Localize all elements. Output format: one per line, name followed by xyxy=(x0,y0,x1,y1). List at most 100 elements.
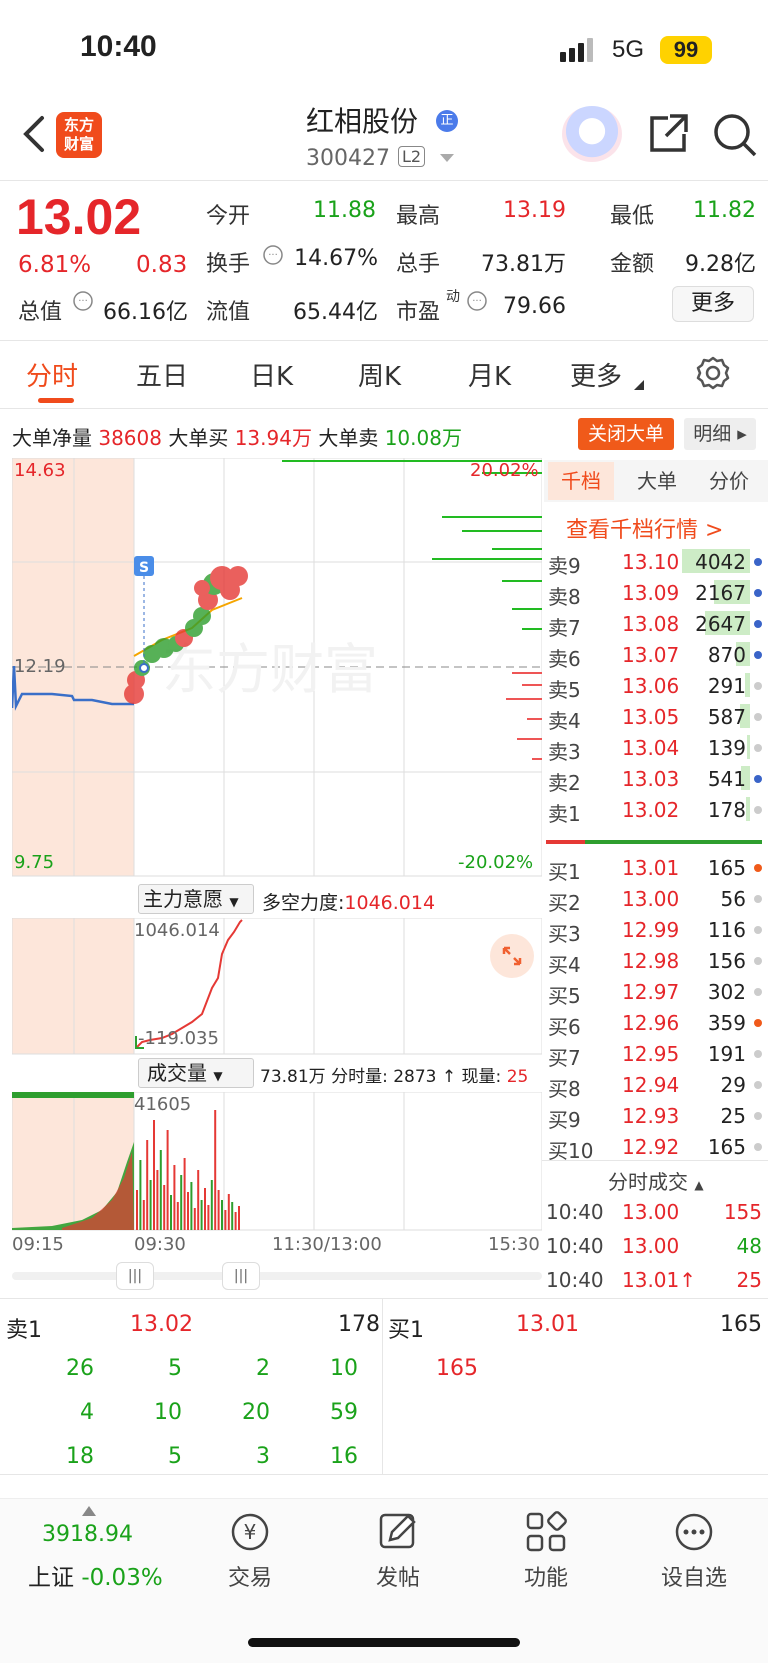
info-icon[interactable]: ··· xyxy=(466,290,488,312)
volume-bar xyxy=(231,1202,234,1230)
row-label: 买7 xyxy=(548,1046,581,1070)
volume-bar xyxy=(214,1110,217,1230)
app-logo[interactable]: 东方 财富 xyxy=(56,112,102,158)
index-summary[interactable]: 上证 -0.03% xyxy=(28,1558,163,1592)
orderbook-row[interactable]: 买9 12.93 25 xyxy=(546,1100,764,1132)
volume-bar xyxy=(139,1160,142,1230)
current-price: 13.02 xyxy=(16,189,142,245)
range-handle-left[interactable]: ||| xyxy=(116,1262,154,1290)
tab-more[interactable]: 更多 xyxy=(570,356,622,393)
nav-trade[interactable]: ¥ 交易 xyxy=(190,1510,310,1592)
share-icon[interactable] xyxy=(646,112,690,156)
row-label: 卖5 xyxy=(548,678,581,702)
indicator-chart[interactable] xyxy=(12,918,542,1056)
range-handle-right[interactable]: ||| xyxy=(222,1262,260,1290)
expand-icon[interactable] xyxy=(490,934,534,978)
info-icon[interactable]: ··· xyxy=(262,244,284,266)
detail-buy-label: 买1 xyxy=(388,1318,424,1343)
row-volume: 156 xyxy=(707,949,746,973)
sell-value: 10.08万 xyxy=(384,426,462,450)
orderbook-row[interactable]: 卖6 13.07 870 xyxy=(546,639,764,671)
range-track[interactable] xyxy=(12,1272,542,1280)
tab-5day[interactable]: 五日 xyxy=(136,356,188,393)
volume-bar xyxy=(224,1210,227,1230)
tab-big-order[interactable]: 大单 xyxy=(624,462,690,500)
tab-daily-k[interactable]: 日K xyxy=(250,356,293,393)
depth-link[interactable]: 查看千档行情 > xyxy=(566,512,723,544)
status-dot xyxy=(754,589,762,597)
nav-function[interactable]: 功能 xyxy=(486,1510,606,1592)
chart-top-pct: 20.02% xyxy=(470,460,539,481)
tick-vol: 155 xyxy=(723,1200,762,1224)
orderbook-row[interactable]: 卖9 13.10 4042 xyxy=(546,546,764,578)
indicator-selector[interactable]: 主力意愿 ▼ xyxy=(138,884,254,914)
orderbook-row[interactable]: 买8 12.94 29 xyxy=(546,1069,764,1101)
volume-bar xyxy=(190,1182,193,1230)
change-amount: 0.83 xyxy=(136,252,188,278)
sell-order-queue-item: 5 xyxy=(168,1444,182,1469)
orderbook-row[interactable]: 卖5 13.06 291 xyxy=(546,670,764,702)
volume-chart[interactable] xyxy=(12,1092,542,1232)
orderbook-row[interactable]: 买3 12.99 116 xyxy=(546,914,764,946)
tab-depth[interactable]: 千档 xyxy=(548,462,614,500)
orderbook-row[interactable]: 买6 12.96 359 xyxy=(546,1007,764,1039)
volume-selector[interactable]: 成交量 ▼ xyxy=(138,1058,254,1088)
close-big-order-button[interactable]: 关闭大单 xyxy=(578,418,674,450)
indicator-low: -119.035 xyxy=(138,1028,219,1049)
orderbook-row[interactable]: 卖1 13.02 178 xyxy=(546,794,764,826)
orderbook-row[interactable]: 卖7 13.08 2647 xyxy=(546,608,764,640)
row-price: 12.97 xyxy=(622,980,680,1004)
intraday-chart[interactable]: 东方财富 S xyxy=(12,458,542,878)
mktcap-label: 总值 xyxy=(18,300,63,325)
tab-monthly-k[interactable]: 月K xyxy=(468,356,511,393)
volume-bar xyxy=(207,1205,210,1230)
tab-intraday[interactable]: 分时 xyxy=(26,356,78,393)
search-icon[interactable] xyxy=(712,112,758,158)
sell-order-queue-item: 26 xyxy=(66,1356,94,1381)
tab-weekly-k[interactable]: 周K xyxy=(358,356,401,393)
volume-bar xyxy=(136,1190,138,1230)
indicator-readout: 多空力度:1046.014 xyxy=(262,888,435,915)
chevron-down-icon[interactable] xyxy=(440,154,454,164)
nav-trade-label: 交易 xyxy=(227,1566,272,1591)
orderbook-row[interactable]: 买2 13.00 56 xyxy=(546,883,764,915)
orderbook-row[interactable]: 卖8 13.09 2167 xyxy=(546,577,764,609)
orderbook-row[interactable]: 买4 12.98 156 xyxy=(546,945,764,977)
volume-bar xyxy=(197,1170,200,1230)
orderbook-row[interactable]: 卖3 13.04 139 xyxy=(546,732,764,764)
caret-up-icon xyxy=(82,1506,96,1516)
sell-order-queue-item: 18 xyxy=(66,1444,94,1469)
row-price: 13.07 xyxy=(622,643,680,667)
orderbook-row[interactable]: 卖2 13.03 541 xyxy=(546,763,764,795)
tab-price-dist[interactable]: 分价 xyxy=(696,462,762,500)
chart-bottom-pct: -20.02% xyxy=(458,852,534,873)
row-volume: 165 xyxy=(707,856,746,880)
more-button[interactable]: 更多 xyxy=(672,286,754,322)
status-time: 10:40 xyxy=(80,30,157,63)
stock-name[interactable]: 红相股份 xyxy=(306,100,418,140)
ticks-title[interactable]: 分时成交 ▲ xyxy=(608,1166,704,1195)
nav-watchlist[interactable]: 设自选 xyxy=(634,1510,754,1592)
orderbook-row[interactable]: 卖4 13.05 587 xyxy=(546,701,764,733)
orderbook-row[interactable]: 买5 12.97 302 xyxy=(546,976,764,1008)
orderbook-row[interactable]: 买7 12.95 191 xyxy=(546,1038,764,1070)
detail-button[interactable]: 明细 ▸ xyxy=(684,418,756,450)
nav-post[interactable]: 发帖 xyxy=(338,1510,458,1592)
settings-gear-icon[interactable] xyxy=(696,356,730,390)
vol-now-label: 现量: xyxy=(461,1067,502,1087)
volume-bar xyxy=(153,1120,155,1230)
orderbook-row[interactable]: 买10 12.92 165 xyxy=(546,1131,764,1163)
ticks-title-text: 分时成交 xyxy=(608,1170,688,1194)
row-price: 12.94 xyxy=(622,1073,680,1097)
svg-text:···: ··· xyxy=(472,296,482,307)
ask-bid-divider xyxy=(546,840,762,844)
row-volume: 25 xyxy=(720,1104,746,1128)
tab-indicator xyxy=(38,398,74,403)
index-value[interactable]: 3918.94 xyxy=(42,1522,133,1547)
assistant-robot-icon[interactable] xyxy=(562,106,622,162)
back-icon[interactable] xyxy=(16,110,56,158)
volume-bar xyxy=(149,1180,152,1230)
sell-order-queue-item: 2 xyxy=(256,1356,270,1381)
info-icon[interactable]: ··· xyxy=(72,290,94,312)
orderbook-row[interactable]: 买1 13.01 165 xyxy=(546,852,764,884)
